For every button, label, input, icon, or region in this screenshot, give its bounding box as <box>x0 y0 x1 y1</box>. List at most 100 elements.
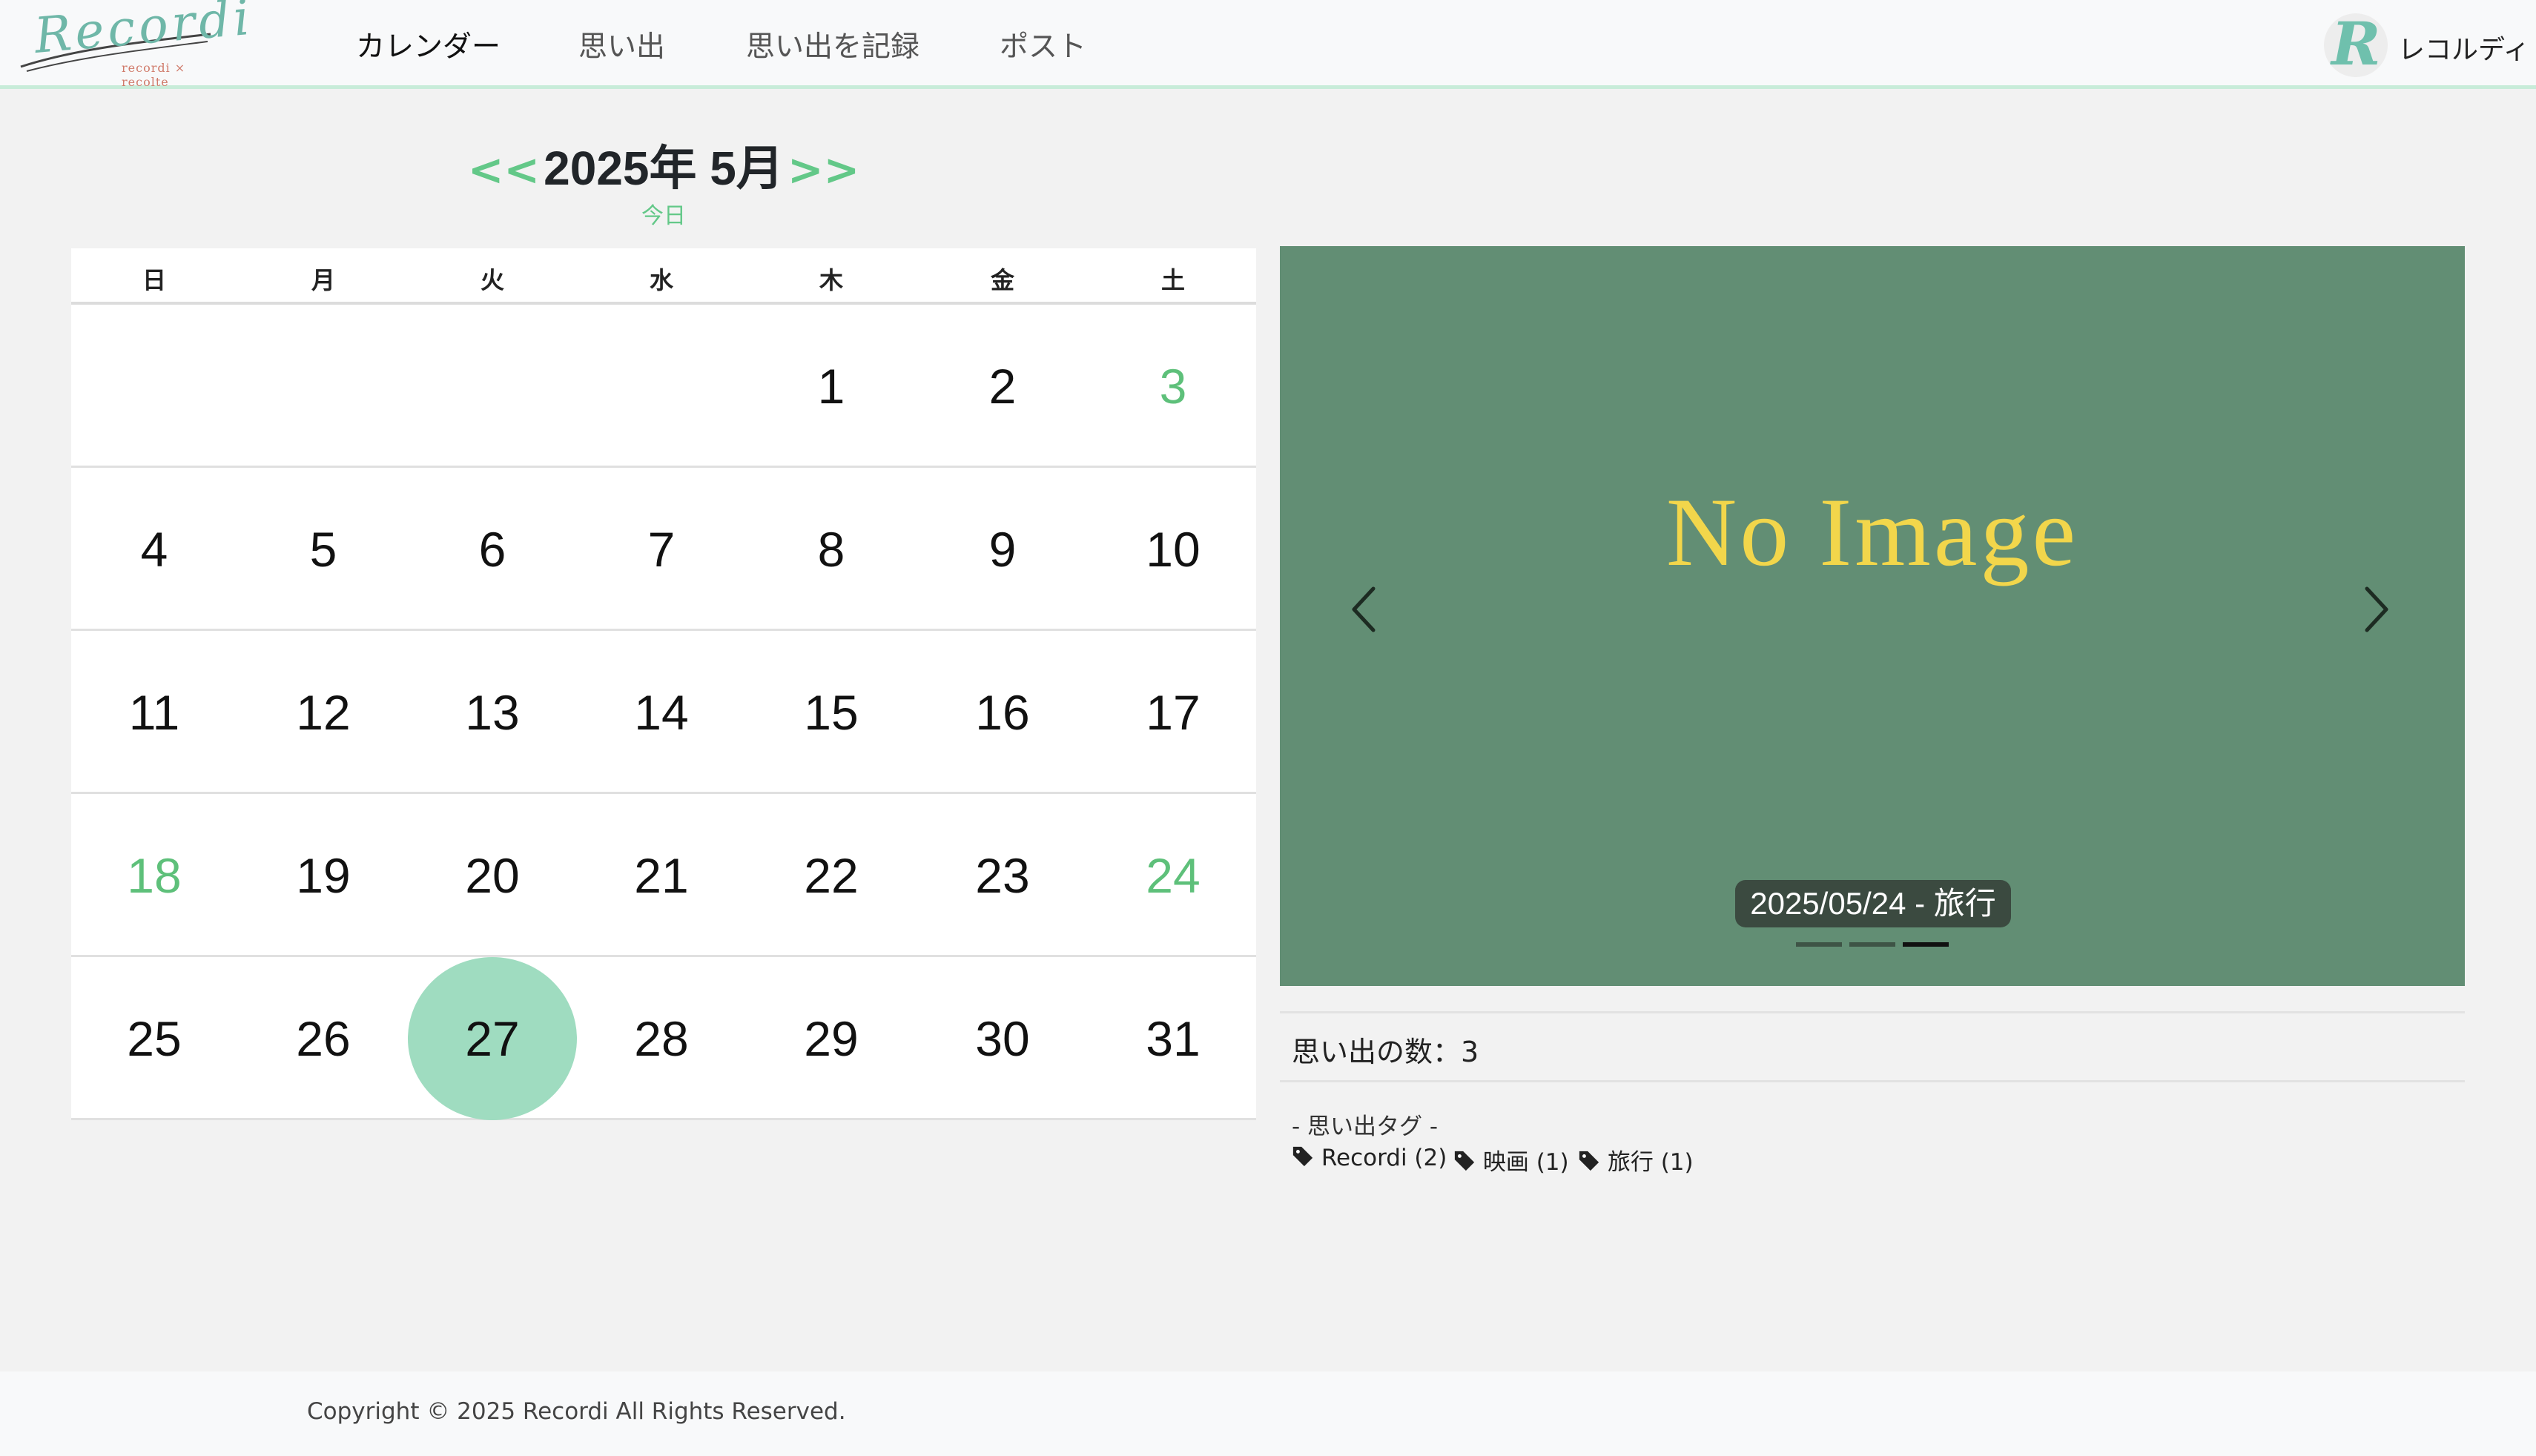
carousel-indicator[interactable] <box>1849 942 1895 947</box>
calendar-day[interactable]: 14 <box>577 631 746 794</box>
day-number: 18 <box>127 848 182 903</box>
calendar-grid: 日月火水木金土 1 2 3 4 5 6 7 8 9 10 11 12 13 14 15 16 17 18 19 20 2… <box>71 248 1258 1120</box>
day-number: 12 <box>296 685 351 740</box>
calendar-day[interactable]: 24 <box>1089 794 1258 957</box>
day-number: 20 <box>465 848 520 903</box>
memory-tag[interactable]: 旅行 (1) <box>1578 1143 1694 1177</box>
calendar-day[interactable]: 7 <box>577 468 746 631</box>
week-row: 4 5 6 7 8 9 10 <box>71 468 1256 631</box>
weekday-label: 水 <box>649 266 673 294</box>
calendar-day[interactable]: 3 <box>1089 305 1258 468</box>
calendar-day[interactable]: 21 <box>577 794 746 957</box>
calendar-day[interactable]: 2 <box>918 305 1087 468</box>
tags-title: - 思い出タグ - <box>1292 1113 1439 1140</box>
day-number: 14 <box>634 685 689 740</box>
calendar-day[interactable]: 16 <box>918 631 1087 794</box>
tag-label: 旅行 (1) <box>1607 1149 1694 1176</box>
day-number: 25 <box>127 1011 182 1066</box>
chevron-right-icon <box>2365 586 2388 632</box>
weekday-label: 金 <box>990 266 1014 294</box>
memory-tag[interactable]: Recordi (2) <box>1292 1143 1447 1171</box>
tag-label: 映画 (1) <box>1482 1149 1569 1176</box>
day-number: 23 <box>975 848 1030 903</box>
calendar-day[interactable]: 26 <box>239 957 408 1120</box>
calendar-day[interactable]: 19 <box>239 794 408 957</box>
day-number: 27 <box>465 1011 520 1066</box>
calendar-day[interactable]: 9 <box>918 468 1087 631</box>
nav-post[interactable]: ポスト <box>1000 24 1086 65</box>
calendar-day[interactable]: 20 <box>408 794 577 957</box>
weekday-label: 木 <box>819 266 843 294</box>
user-name: レコルディ <box>2398 35 2530 65</box>
nav-record-memory[interactable]: 思い出を記録 <box>746 24 919 65</box>
calendar-day[interactable]: 30 <box>918 957 1087 1120</box>
avatar[interactable]: R <box>2324 13 2388 77</box>
week-row: 25 26 27 28 29 30 31 <box>71 957 1256 1120</box>
user-menu[interactable]: R レコルディ <box>2324 9 2532 80</box>
day-number: 3 <box>1159 359 1187 414</box>
navbar: Recordi recordi × recolte カレンダー 思い出 思い出を… <box>0 0 2536 89</box>
calendar-day[interactable]: 4 <box>70 468 239 631</box>
day-number: 9 <box>988 522 1017 577</box>
day-number: 6 <box>478 522 506 577</box>
today-button[interactable]: 今日 <box>608 197 719 230</box>
calendar-day[interactable]: 1 <box>747 305 916 468</box>
week-row: 11 12 13 14 15 16 17 <box>71 631 1256 794</box>
carousel-indicator[interactable] <box>1796 942 1842 947</box>
recordi-logo[interactable]: Recordi recordi × recolte <box>16 0 255 89</box>
day-number: 19 <box>296 848 351 903</box>
week-row: 18 19 20 21 22 23 24 <box>71 794 1256 957</box>
tag-icon <box>1454 1151 1475 1171</box>
day-number: 17 <box>1146 685 1201 740</box>
day-number: 31 <box>1146 1011 1201 1066</box>
nav-memories[interactable]: 思い出 <box>578 24 665 65</box>
tag-label: Recordi (2) <box>1321 1145 1447 1171</box>
memory-count: 思い出の数：3 <box>1292 1036 1479 1068</box>
day-number: 22 <box>804 848 859 903</box>
calendar-day[interactable]: 15 <box>747 631 916 794</box>
calendar-day[interactable]: 23 <box>918 794 1087 957</box>
day-number: 11 <box>128 685 180 740</box>
carousel-indicator[interactable] <box>1903 942 1949 947</box>
calendar-day[interactable]: 17 <box>1089 631 1258 794</box>
memory-carousel: No Image 2025/05/24 - 旅行 <box>1280 246 2465 986</box>
day-number: 26 <box>296 1011 351 1066</box>
footer: Copyright © 2025 Recordi All Rights Rese… <box>0 1371 2536 1456</box>
weekday-label: 日 <box>142 266 166 294</box>
nav-calendar[interactable]: カレンダー <box>356 24 501 65</box>
calendar-day[interactable]: 22 <box>747 794 916 957</box>
month-header: << 2025年 5月 >> <box>452 130 875 199</box>
calendar-day[interactable]: 11 <box>70 631 239 794</box>
calendar-day[interactable]: 18 <box>70 794 239 957</box>
calendar-day[interactable]: 31 <box>1089 957 1258 1120</box>
day-number: 5 <box>309 522 337 577</box>
divider <box>1280 1080 2465 1082</box>
day-number: 30 <box>975 1011 1030 1066</box>
day-number: 1 <box>817 359 845 414</box>
copyright: Copyright © 2025 Recordi All Rights Rese… <box>307 1398 846 1425</box>
day-number: 15 <box>804 685 859 740</box>
prev-month-button[interactable]: << <box>468 145 540 195</box>
calendar-day[interactable]: 25 <box>70 957 239 1120</box>
carousel-prev-button[interactable] <box>1320 565 1409 654</box>
carousel-next-button[interactable] <box>2331 565 2420 654</box>
calendar-day-today[interactable]: 27 <box>408 957 577 1120</box>
calendar-day[interactable]: 6 <box>408 468 577 631</box>
day-number: 10 <box>1146 522 1201 577</box>
chevron-left-icon <box>1352 586 1376 632</box>
tag-icon <box>1292 1146 1313 1167</box>
calendar-day[interactable]: 13 <box>408 631 577 794</box>
calendar-day[interactable]: 10 <box>1089 468 1258 631</box>
calendar-day[interactable]: 5 <box>239 468 408 631</box>
no-image-placeholder: No Image <box>1666 477 2076 586</box>
day-number: 21 <box>634 848 689 903</box>
day-number: 13 <box>465 685 520 740</box>
calendar-day[interactable]: 8 <box>747 468 916 631</box>
divider <box>1280 1011 2465 1013</box>
month-title: 2025年 5月 <box>544 142 784 195</box>
memory-tag[interactable]: 映画 (1) <box>1453 1143 1569 1177</box>
calendar-day[interactable]: 12 <box>239 631 408 794</box>
calendar-day[interactable]: 29 <box>747 957 916 1120</box>
next-month-button[interactable]: >> <box>787 145 859 195</box>
calendar-day[interactable]: 28 <box>577 957 746 1120</box>
